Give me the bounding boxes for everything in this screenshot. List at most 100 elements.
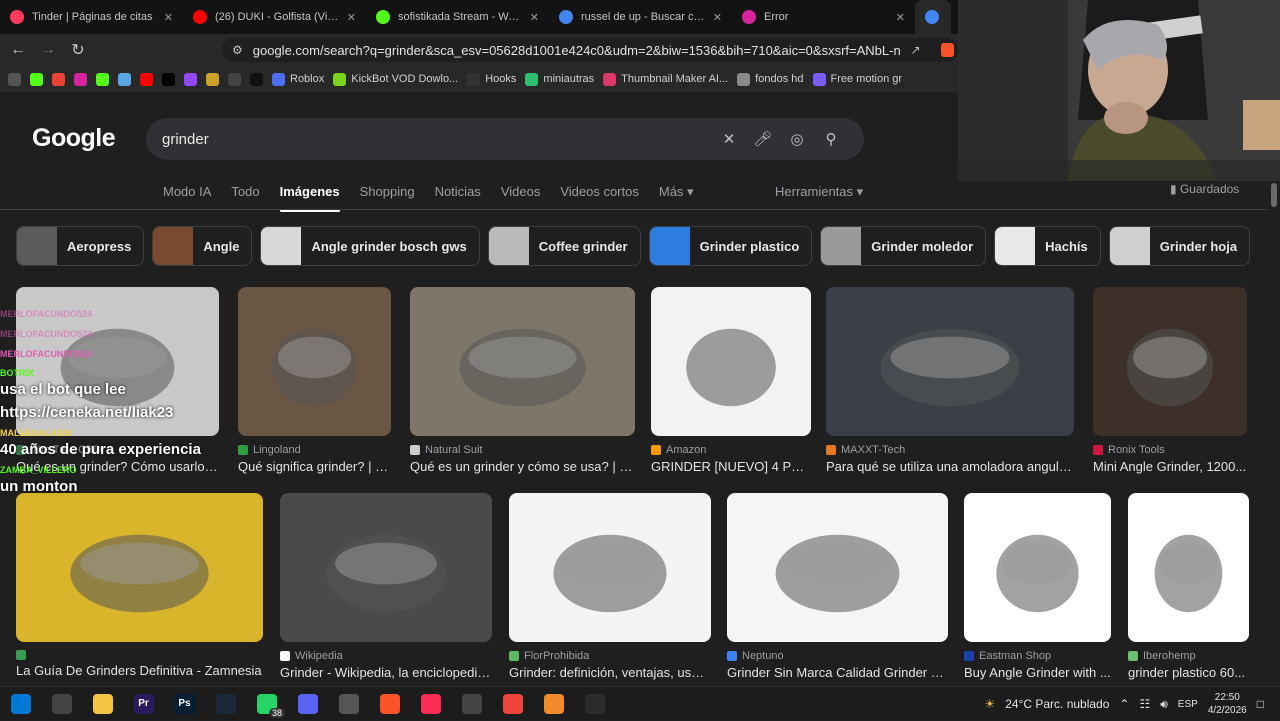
result-source[interactable]: MAXXT-Tech (826, 444, 1074, 456)
result-title[interactable]: Grinder - Wikipedia, la enciclopedia ... (280, 665, 492, 680)
close-tab-icon[interactable]: ✕ (713, 11, 722, 24)
result-title[interactable]: grinder plastico 60... (1128, 665, 1249, 680)
result-title[interactable]: Para qué se utiliza una amoladora angula… (826, 459, 1074, 474)
search-input[interactable]: grinder (162, 131, 712, 148)
bookmark-item[interactable]: Roblox (272, 72, 324, 86)
taskbar-app[interactable] (369, 687, 410, 721)
taskbar-app[interactable] (82, 687, 123, 721)
site-info-icon[interactable]: ⚙ (232, 43, 243, 57)
close-tab-icon[interactable]: ✕ (347, 11, 356, 24)
result-thumbnail[interactable] (826, 287, 1074, 436)
bookmark-item[interactable] (74, 72, 87, 86)
result-source[interactable]: Neptuno (727, 650, 948, 662)
result-thumbnail[interactable] (238, 287, 391, 436)
tab-modo-ia[interactable]: Modo IA (163, 184, 211, 210)
bookmark-item[interactable] (96, 72, 109, 86)
taskbar-app[interactable] (41, 687, 82, 721)
brave-shield-icon[interactable] (940, 43, 954, 57)
taskbar-app[interactable]: Pr (123, 687, 164, 721)
taskbar-app[interactable] (205, 687, 246, 721)
close-tab-icon[interactable]: ✕ (164, 11, 173, 24)
result-source[interactable]: Iberohemp (1128, 650, 1249, 662)
reload-icon[interactable]: ↻ (66, 40, 90, 60)
address-bar[interactable]: ⚙ google.com/search?q=grinder&sca_esv=05… (222, 38, 958, 62)
taskbar-app[interactable] (574, 687, 615, 721)
chip-7[interactable]: Hachís (994, 226, 1101, 266)
result-thumbnail[interactable] (280, 493, 492, 642)
result-source[interactable] (16, 650, 263, 660)
result-thumbnail[interactable] (1093, 287, 1247, 436)
image-result[interactable]: Lingoland Qué significa grinder? | Di... (238, 287, 391, 474)
chip-4[interactable]: Coffee grinder (487, 226, 641, 266)
bookmark-item[interactable] (140, 72, 153, 86)
share-icon[interactable]: ↗ (911, 43, 931, 57)
image-result[interactable]: Iberohemp grinder plastico 60... (1128, 493, 1249, 680)
taskbar-app[interactable] (533, 687, 574, 721)
tab-noticias[interactable]: Noticias (435, 184, 481, 210)
network-icon[interactable]: ☷ (1139, 697, 1150, 711)
result-title[interactable]: La Guía De Grinders Definitiva - Zamnesi… (16, 663, 263, 678)
volume-icon[interactable]: 🔊︎ (1160, 697, 1168, 712)
browser-tab[interactable]: sofistikada Stream - Watch Live ✕ (366, 0, 549, 34)
result-title[interactable]: Grinder: definición, ventajas, usos... (509, 665, 711, 680)
bookmark-item[interactable] (162, 72, 175, 86)
chip-1[interactable]: Aeropress (16, 226, 145, 266)
tray-chevron-icon[interactable]: ⌃ (1119, 697, 1129, 711)
browser-tab[interactable]: (26) DUKI - Golfista (Video Oficial) ✕ (183, 0, 366, 34)
google-logo[interactable]: Google (32, 124, 116, 153)
tab-todo[interactable]: Todo (231, 184, 259, 210)
language-indicator[interactable]: ESP (1178, 699, 1198, 710)
bookmark-item[interactable] (52, 72, 65, 86)
page-scrollbar[interactable] (1268, 181, 1280, 686)
result-source[interactable]: Natural Suit (410, 444, 635, 456)
clear-icon[interactable]: ✕ (712, 130, 746, 148)
result-title[interactable]: Grinder Sin Marca Calidad Grinder M... (727, 665, 948, 680)
taskbar-app[interactable] (0, 687, 41, 721)
result-thumbnail[interactable] (509, 493, 711, 642)
result-title[interactable]: GRINDER [NUEVO] 4 Par... (651, 459, 811, 474)
bookmark-item[interactable] (228, 72, 241, 86)
result-thumbnail[interactable] (410, 287, 635, 436)
bookmark-item[interactable] (118, 72, 131, 86)
browser-tab[interactable]: Error ✕ (732, 0, 915, 34)
search-box[interactable]: grinder ✕ 🎤︎ ◎ ⚲ (146, 118, 864, 160)
result-thumbnail[interactable] (651, 287, 811, 436)
tools-button[interactable]: Herramientas ▾ (775, 184, 863, 200)
bookmark-item[interactable]: KickBot VOD Dowlo... (333, 72, 458, 86)
tab-videos-cortos[interactable]: Videos cortos (560, 184, 639, 210)
chip-8[interactable]: Grinder hoja (1108, 226, 1250, 266)
tab-imágenes[interactable]: Imágenes (279, 184, 340, 212)
result-source[interactable]: Eastman Shop (964, 650, 1111, 662)
browser-tab[interactable]: russel de up - Buscar con Google ✕ (549, 0, 732, 34)
tab-shopping[interactable]: Shopping (360, 184, 415, 210)
back-icon[interactable]: ← (6, 41, 30, 59)
image-result[interactable]: Wikipedia Grinder - Wikipedia, la enciclo… (280, 493, 492, 680)
weather-icon[interactable]: ☀ (984, 697, 995, 711)
bookmark-item[interactable]: Thumbnail Maker AI... (603, 72, 728, 86)
image-result[interactable]: Neptuno Grinder Sin Marca Calidad Grinder… (727, 493, 948, 680)
search-icon[interactable]: ⚲ (814, 130, 848, 148)
taskbar-app[interactable] (287, 687, 328, 721)
browser-tab[interactable]: Tinder | Páginas de citas ✕ (0, 0, 183, 34)
result-source[interactable]: Wikipedia (280, 650, 492, 662)
bookmark-item[interactable] (250, 72, 263, 86)
saved-button[interactable]: ▮ Guardados (1170, 182, 1239, 196)
taskbar-app[interactable]: Ps (164, 687, 205, 721)
result-title[interactable]: Qué significa grinder? | Di... (238, 459, 391, 474)
result-title[interactable]: Mini Angle Grinder, 1200... (1093, 459, 1247, 474)
taskbar-app[interactable] (492, 687, 533, 721)
notifications-icon[interactable]: □ (1257, 697, 1264, 711)
tab-más[interactable]: Más ▾ (659, 184, 694, 210)
clock[interactable]: 22:50 4/2/2026 (1208, 691, 1247, 717)
chip-5[interactable]: Grinder plastico (648, 226, 813, 266)
forward-icon[interactable]: → (36, 41, 60, 59)
bookmark-item[interactable] (30, 72, 43, 86)
image-result[interactable]: Ronix Tools Mini Angle Grinder, 1200... (1093, 287, 1247, 474)
close-tab-icon[interactable]: ✕ (896, 11, 905, 24)
browser-tab[interactable]: g (915, 0, 951, 34)
taskbar-app[interactable] (410, 687, 451, 721)
image-result[interactable]: Eastman Shop Buy Angle Grinder with ... (964, 493, 1111, 680)
bookmark-item[interactable]: fondos hd (737, 72, 804, 86)
result-thumbnail[interactable] (964, 493, 1111, 642)
bookmark-item[interactable] (206, 72, 219, 86)
